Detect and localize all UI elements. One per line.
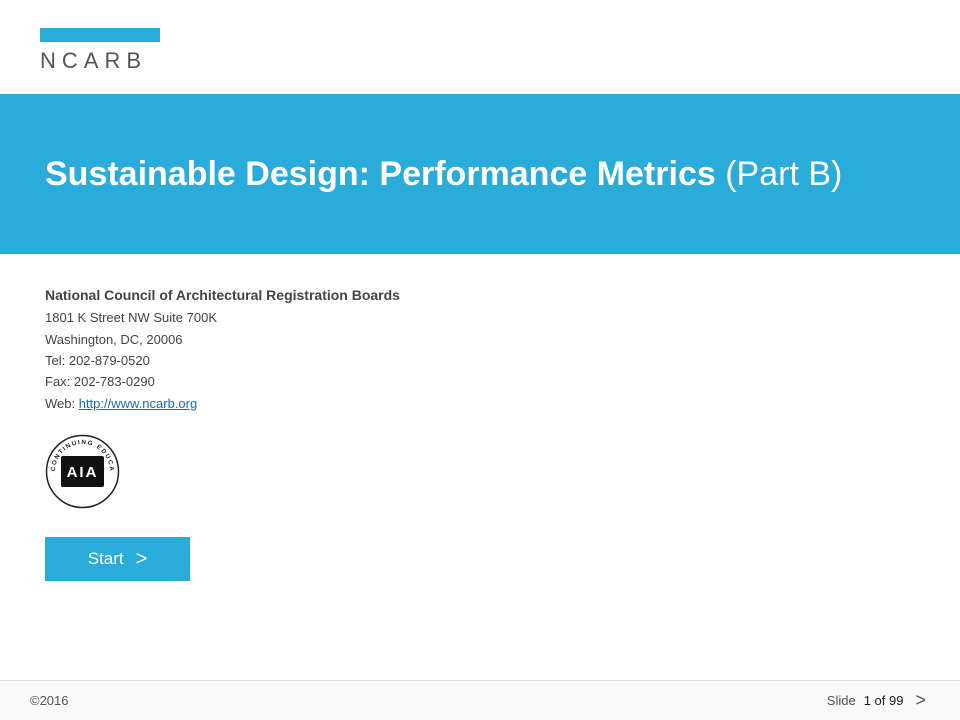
address-line2: Washington, DC, 20006 xyxy=(45,329,915,350)
footer-copyright: ©2016 xyxy=(30,693,69,708)
logo-container: NCARB xyxy=(40,28,920,74)
content-area: National Council of Architectural Regist… xyxy=(0,254,960,581)
footer-nav: Slide 1 of 99 > xyxy=(827,690,930,711)
footer: ©2016 Slide 1 of 99 > xyxy=(0,680,960,720)
web-line: Web: http://www.ncarb.org xyxy=(45,393,915,414)
org-info: National Council of Architectural Regist… xyxy=(45,284,915,414)
header: NCARB xyxy=(0,0,960,94)
footer-slide-count: 1 of 99 xyxy=(864,693,904,708)
aia-badge-svg: CONTINUING EDUCATION AIA xyxy=(45,434,120,509)
web-label: Web: xyxy=(45,396,79,411)
org-name: National Council of Architectural Regist… xyxy=(45,284,915,307)
fax: Fax: 202-783-0290 xyxy=(45,371,915,392)
svg-text:AIA: AIA xyxy=(67,464,99,481)
banner-title-bold: Sustainable Design: Performance Metrics xyxy=(45,155,716,193)
banner-title-normal: (Part B) xyxy=(716,155,843,193)
start-label: Start xyxy=(88,549,124,569)
web-url[interactable]: http://www.ncarb.org xyxy=(79,396,198,411)
logo-text: NCARB xyxy=(40,48,147,74)
logo-bar xyxy=(40,28,160,42)
start-button[interactable]: Start > xyxy=(45,537,190,581)
tel: Tel: 202-879-0520 xyxy=(45,350,915,371)
address-line1: 1801 K Street NW Suite 700K xyxy=(45,307,915,328)
banner-title: Sustainable Design: Performance Metrics … xyxy=(45,154,842,195)
banner: Sustainable Design: Performance Metrics … xyxy=(0,94,960,254)
start-arrow-icon: > xyxy=(136,548,148,571)
next-slide-button[interactable]: > xyxy=(911,690,930,711)
footer-slide-label: Slide xyxy=(827,693,856,708)
aia-badge: CONTINUING EDUCATION AIA xyxy=(45,434,120,509)
